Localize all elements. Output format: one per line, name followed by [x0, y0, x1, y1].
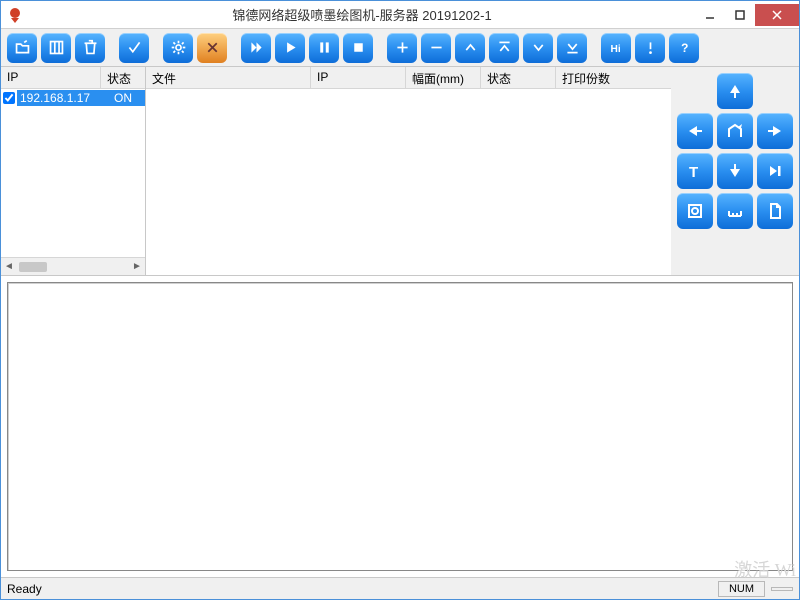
scroll-left-icon[interactable]: ◄ — [1, 261, 17, 272]
open-file-button[interactable] — [7, 33, 37, 63]
job-list[interactable] — [146, 89, 671, 275]
main-toolbar: Hi ? — [1, 29, 799, 67]
svg-text:Hi: Hi — [610, 44, 620, 55]
text-button[interactable]: T — [677, 153, 713, 189]
move-top-button[interactable] — [489, 33, 519, 63]
fast-forward-button[interactable] — [241, 33, 271, 63]
delete-button[interactable] — [75, 33, 105, 63]
stop-button[interactable] — [343, 33, 373, 63]
device-list-panel: IP 状态 192.168.1.17 ON ◄ ► — [1, 67, 146, 275]
play-button[interactable] — [275, 33, 305, 63]
scroll-thumb[interactable] — [19, 262, 47, 272]
target-button[interactable] — [677, 193, 713, 229]
help-button[interactable]: ? — [669, 33, 699, 63]
close-button[interactable] — [755, 4, 799, 26]
col-ip[interactable]: IP — [1, 67, 101, 88]
move-down-button[interactable] — [523, 33, 553, 63]
pause-button[interactable] — [309, 33, 339, 63]
hi-button[interactable]: Hi — [601, 33, 631, 63]
dpad-right-button[interactable] — [757, 113, 793, 149]
scroll-right-icon[interactable]: ► — [129, 261, 145, 272]
col-ip[interactable]: IP — [311, 67, 406, 88]
layout-button[interactable] — [41, 33, 71, 63]
move-bottom-button[interactable] — [557, 33, 587, 63]
status-num: NUM — [718, 581, 765, 597]
ruler-button[interactable] — [717, 193, 753, 229]
status-bar: Ready NUM — [1, 577, 799, 599]
app-icon — [5, 5, 25, 25]
tools-button[interactable] — [197, 33, 227, 63]
device-list-header: IP 状态 — [1, 67, 145, 89]
device-checkbox[interactable] — [1, 92, 17, 104]
job-list-panel: 文件 IP 幅面(mm) 状态 打印份数 — [146, 67, 671, 275]
col-copies[interactable]: 打印份数 — [556, 67, 671, 88]
svg-text:T: T — [689, 164, 698, 181]
move-up-button[interactable] — [455, 33, 485, 63]
status-empty-cell — [771, 587, 793, 591]
dpad-down-button[interactable] — [717, 153, 753, 189]
confirm-button[interactable] — [119, 33, 149, 63]
col-status[interactable]: 状态 — [481, 67, 556, 88]
settings-button[interactable] — [163, 33, 193, 63]
svg-text:?: ? — [681, 41, 688, 55]
col-file[interactable]: 文件 — [146, 67, 311, 88]
minimize-button[interactable] — [695, 4, 725, 26]
dpad-up-button[interactable] — [717, 73, 753, 109]
dpad-left-button[interactable] — [677, 113, 713, 149]
title-bar: 锦德网络超级喷墨绘图机-服务器 20191202-1 — [1, 1, 799, 29]
plus-button[interactable] — [387, 33, 417, 63]
maximize-button[interactable] — [725, 4, 755, 26]
alert-button[interactable] — [635, 33, 665, 63]
skip-forward-button[interactable] — [757, 153, 793, 189]
window-title: 锦德网络超级喷墨绘图机-服务器 20191202-1 — [29, 5, 695, 24]
device-list[interactable]: 192.168.1.17 ON — [1, 89, 145, 257]
device-status: ON — [101, 90, 145, 106]
device-row[interactable]: 192.168.1.17 ON — [1, 89, 145, 107]
dpad-home-button[interactable] — [717, 113, 753, 149]
job-list-header: 文件 IP 幅面(mm) 状态 打印份数 — [146, 67, 671, 89]
device-scrollbar[interactable]: ◄ ► — [1, 257, 145, 275]
document-button[interactable] — [757, 193, 793, 229]
direction-pad: T — [671, 67, 799, 275]
col-status[interactable]: 状态 — [101, 67, 145, 88]
log-panel[interactable] — [7, 282, 793, 571]
device-ip: 192.168.1.17 — [17, 90, 101, 106]
status-ready: Ready — [7, 582, 712, 596]
minus-button[interactable] — [421, 33, 451, 63]
col-width[interactable]: 幅面(mm) — [406, 67, 481, 88]
